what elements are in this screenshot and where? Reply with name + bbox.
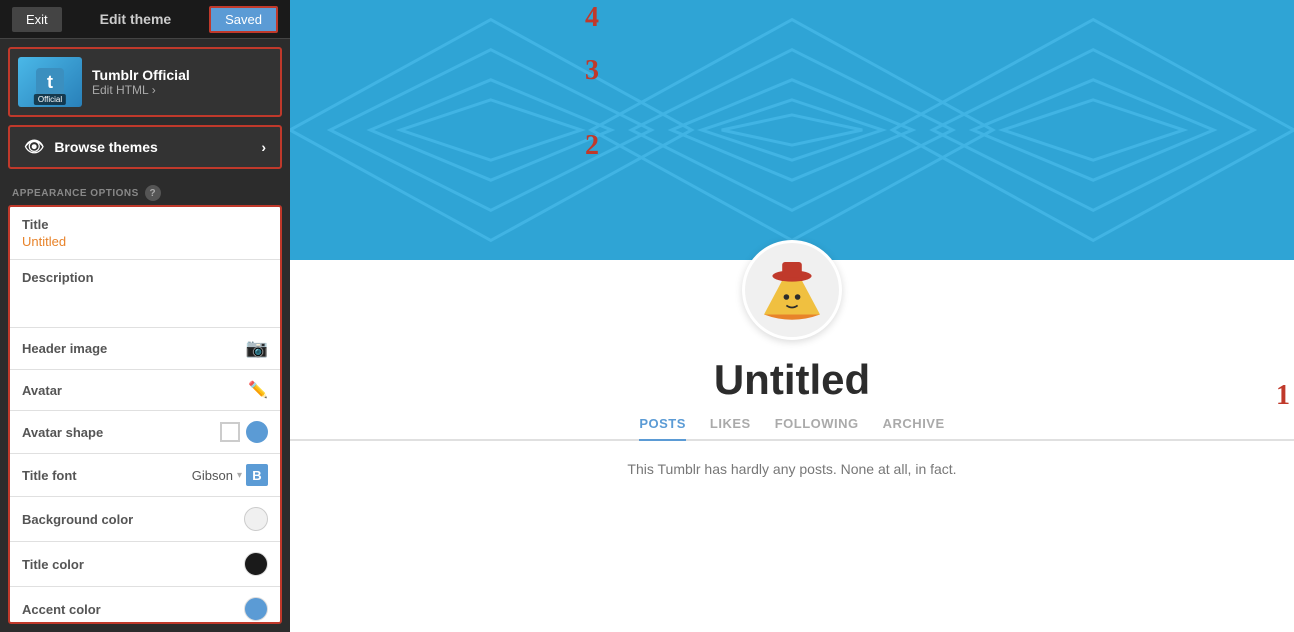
chevron-right-icon: › [152,83,156,97]
tab-posts[interactable]: POSTS [639,416,686,441]
title-option: Title Untitled [10,207,280,260]
browse-themes-chevron-icon: › [261,139,266,155]
preview-description: This Tumblr has hardly any posts. None a… [627,461,956,477]
pencil-icon[interactable]: ✏️ [248,380,268,400]
description-value[interactable] [22,287,268,317]
accent-color-option: Accent color [10,587,280,624]
tab-archive[interactable]: ARCHIVE [883,416,945,431]
bold-button[interactable]: B [246,464,268,486]
theme-thumbnail: t Official [18,57,82,107]
theme-name: Tumblr Official [92,67,272,83]
header-image-option: Header image 📷 [10,328,280,370]
preview-body: Untitled POSTS LIKES FOLLOWING ARCHIVE T… [290,260,1294,477]
appearance-section-text: APPEARANCE OPTIONS [12,188,139,199]
official-badge: Official [34,94,66,105]
browse-themes-left: 👁 Browse themes [24,137,158,157]
tumblr-t-icon: t [36,68,64,96]
theme-info: Tumblr Official Edit HTML › [92,67,272,97]
accent-color-label: Accent color [22,602,101,617]
preview-panel: 1 2 3 4 [290,0,1294,632]
title-color-option: Title color [10,542,280,587]
accent-color-swatch[interactable] [244,597,268,621]
description-option: Description [10,260,280,328]
avatar-shape-toggle [220,421,268,443]
blog-title: Untitled [714,356,870,404]
browse-themes-button[interactable]: 👁 Browse themes › [8,125,282,169]
top-bar: Exit Edit theme Saved [0,0,290,39]
diamond-pattern [290,0,1294,260]
header-image-label: Header image [22,341,107,356]
title-color-swatch[interactable] [244,552,268,576]
preview-header [290,0,1294,260]
saved-button[interactable]: Saved [209,6,278,33]
square-shape-button[interactable] [220,422,240,442]
avatar-shape-label: Avatar shape [22,425,103,440]
circle-shape-button[interactable] [246,421,268,443]
description-label: Description [22,270,268,285]
title-value[interactable]: Untitled [22,234,268,249]
nav-tabs: POSTS LIKES FOLLOWING ARCHIVE [290,416,1294,441]
font-select: Gibson ▾ B [192,464,268,486]
background-color-swatch[interactable] [244,507,268,531]
left-panel: Exit Edit theme Saved t Official Tumblr … [0,0,290,632]
avatar-circle [742,240,842,340]
font-name: Gibson [192,468,233,483]
eye-icon: 👁 [24,137,44,157]
exit-button[interactable]: Exit [12,7,62,32]
title-font-label: Title font [22,468,77,483]
help-icon[interactable]: ? [145,185,161,201]
edit-html-link[interactable]: Edit HTML › [92,83,272,97]
title-font-option: Title font Gibson ▾ B [10,454,280,497]
tab-likes[interactable]: LIKES [710,416,751,431]
avatar-label: Avatar [22,383,62,398]
avatar-option: Avatar ✏️ [10,370,280,411]
options-list: Title Untitled Description Header image … [8,205,282,624]
font-chevron-icon: ▾ [237,470,242,481]
background-color-option: Background color [10,497,280,542]
edit-html-label: Edit HTML [92,83,149,97]
browse-themes-label: Browse themes [54,139,157,155]
title-label: Title [22,217,268,232]
title-color-label: Title color [22,557,84,572]
camera-icon[interactable]: 📷 [246,338,268,359]
tab-following[interactable]: FOLLOWING [775,416,859,431]
theme-section[interactable]: t Official Tumblr Official Edit HTML › [8,47,282,117]
avatar-shape-option: Avatar shape [10,411,280,454]
background-color-label: Background color [22,512,133,527]
appearance-options-label: APPEARANCE OPTIONS ? [0,177,290,205]
page-title: Edit theme [100,11,172,27]
